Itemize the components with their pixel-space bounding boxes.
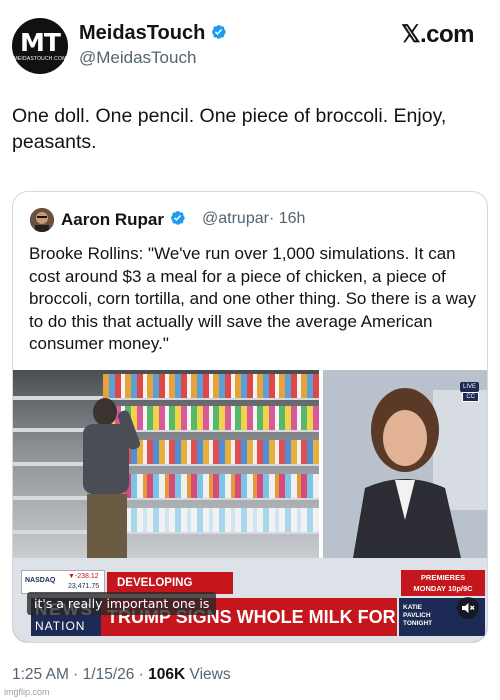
quoted-author-handle-time[interactable]: @atrupar· 16h: [202, 210, 305, 228]
post-date[interactable]: 1/15/26: [83, 666, 135, 683]
closed-caption-badge: CC: [462, 392, 479, 402]
network-logo-line2: NATION: [35, 619, 86, 633]
premieres-line2: MONDAY 10p/9C: [413, 584, 473, 593]
avatar-face-icon: [30, 208, 54, 232]
quoted-author-avatar[interactable]: [30, 208, 54, 232]
post-text: One doll. One pencil. One piece of brocc…: [12, 105, 447, 153]
nasdaq-value: 23,471.75: [68, 583, 100, 590]
post-time[interactable]: 1:25 AM: [12, 666, 69, 683]
views-count: 106K: [148, 666, 186, 683]
quoted-post-text: Brooke Rollins: "We've run over 1,000 si…: [29, 244, 476, 353]
meta-separator: ·: [134, 666, 149, 683]
nasdaq-ticker: NASDAQ ▼-238.12 23,471.75: [21, 570, 105, 594]
author-avatar[interactable]: MT MEIDASTOUCH.COM: [12, 18, 68, 74]
post-metadata: 1:25 AM · 1/15/26 · 106K Views: [12, 666, 231, 684]
nasdaq-label: NASDAQ: [25, 577, 56, 584]
video-frame-store-scene: [13, 370, 319, 558]
x-brand-label: 𝕏.com: [401, 21, 474, 48]
quoted-author-handle: @atrupar: [202, 210, 269, 227]
show-promo-line3: TONIGHT: [403, 620, 433, 627]
video-frame-speaker: LIVE CC: [323, 370, 487, 558]
developing-story-label: DEVELOPING STORY: [107, 572, 233, 611]
meta-separator: ·: [68, 666, 83, 683]
avatar-logo-subtext: MEIDASTOUCH.COM: [13, 56, 67, 62]
verified-badge-icon: [212, 25, 227, 39]
author-name-text: MeidasTouch: [79, 22, 206, 44]
premieres-promo: PREMIERES MONDAY 10p/9C: [401, 570, 485, 596]
avatar-logo-text: MT: [20, 28, 61, 57]
quoted-author-name[interactable]: Aaron Rupar: [61, 209, 186, 230]
views-label: Views: [185, 666, 231, 683]
live-badge: LIVE: [459, 382, 479, 392]
mute-toggle-button[interactable]: [457, 597, 479, 619]
nasdaq-change: ▼-238.12: [68, 573, 99, 580]
video-caption: it's a really important one is: [27, 592, 217, 615]
premieres-line1: PREMIERES: [420, 573, 466, 582]
author-handle[interactable]: @MeidasTouch: [79, 48, 196, 68]
quoted-author-name-text: Aaron Rupar: [61, 210, 164, 229]
post-header: MT MEIDASTOUCH.COM MeidasTouch @MeidasTo…: [12, 16, 488, 76]
imgflip-watermark: imgflip.com: [4, 687, 50, 697]
shopper-figure: [83, 398, 141, 558]
muted-speaker-icon: [462, 603, 475, 613]
quoted-video-player[interactable]: LIVE CC NASDAQ ▼-238.12 23,471.75 DEVELO…: [13, 370, 487, 642]
quoted-post-card[interactable]: Aaron Rupar @atrupar· 16h Brooke Rollins…: [12, 191, 488, 643]
author-display-name[interactable]: MeidasTouch: [79, 22, 227, 45]
verified-badge-icon: [170, 211, 185, 225]
quoted-post-time: · 16h: [268, 210, 306, 227]
